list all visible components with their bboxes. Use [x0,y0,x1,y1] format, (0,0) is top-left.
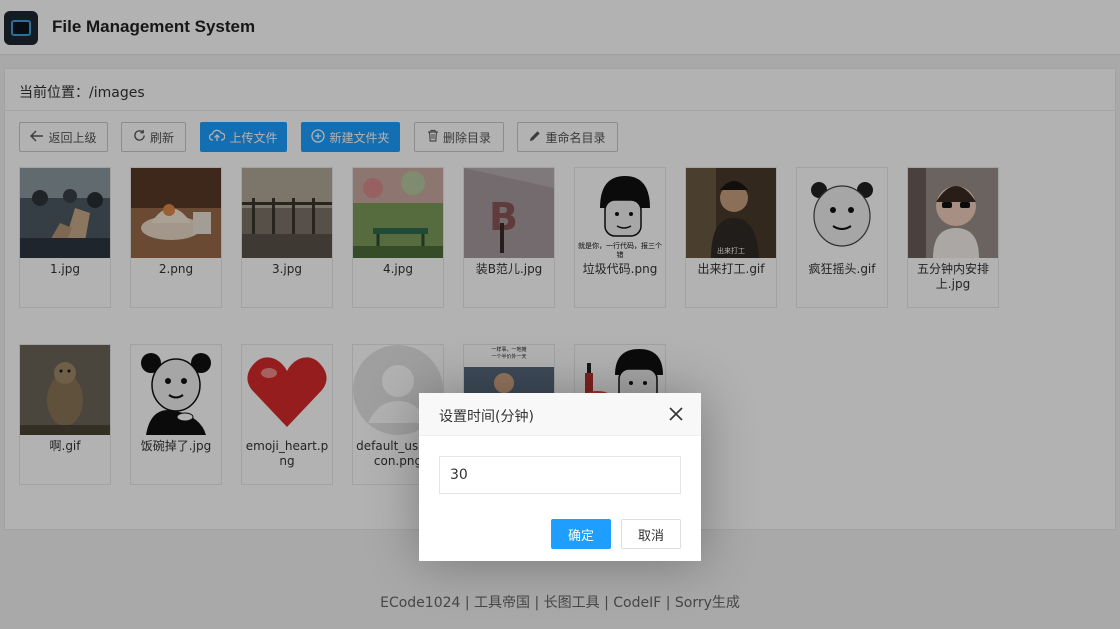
cancel-button[interactable]: 取消 [621,519,681,549]
close-icon[interactable] [667,405,685,423]
dialog-header: 设置时间(分钟) [419,393,701,436]
confirm-button[interactable]: 确定 [551,519,611,549]
set-time-dialog: 设置时间(分钟) 确定 取消 [419,393,701,561]
dialog-title: 设置时间(分钟) [439,409,534,425]
minutes-input[interactable] [439,456,681,494]
